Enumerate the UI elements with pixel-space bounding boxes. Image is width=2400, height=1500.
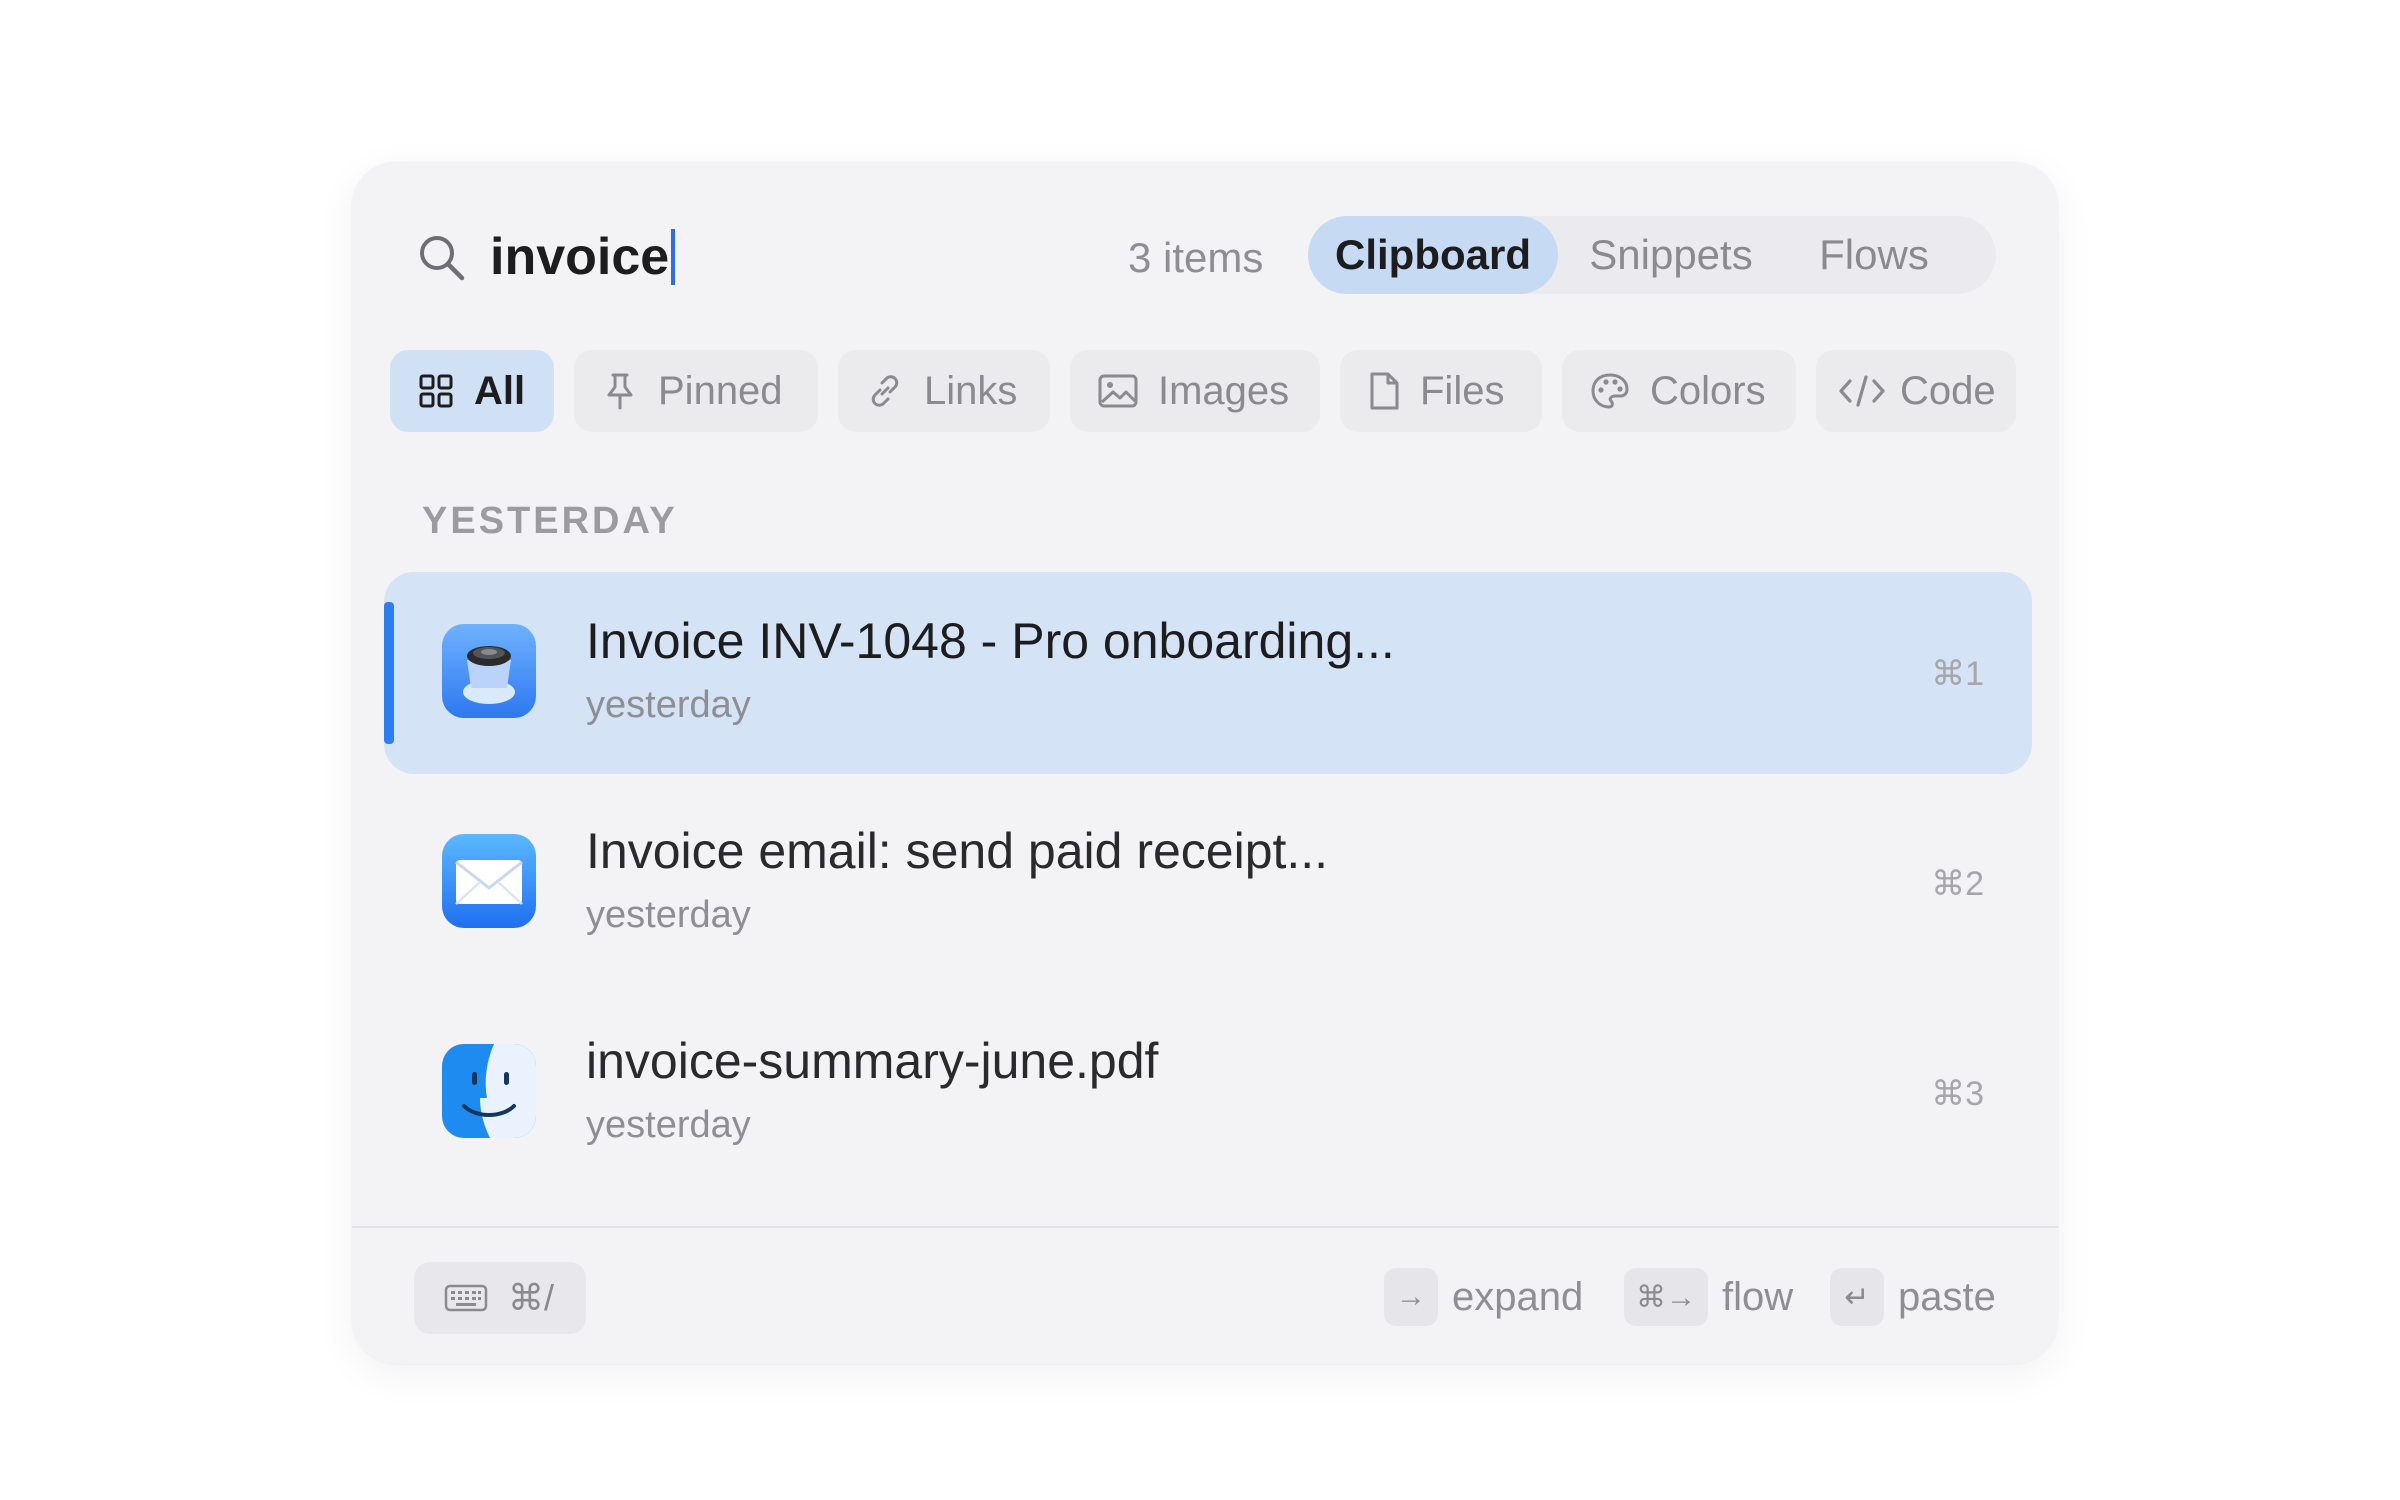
filter-label: Files (1420, 368, 1505, 413)
filter-label: Pinned (658, 368, 783, 413)
search-input[interactable]: invoice (490, 224, 676, 290)
palette-icon (1591, 373, 1629, 409)
tab-snippets[interactable]: Snippets (1558, 216, 1784, 294)
filter-images[interactable]: Images (1070, 350, 1320, 432)
item-shortcut: ⌘2 (1931, 865, 1984, 903)
filter-bar: All Pinned Links Images Files Colors Cod… (390, 350, 2016, 432)
keycap: → (1384, 1268, 1438, 1326)
paste-hint[interactable]: ↵ paste (1830, 1266, 1996, 1328)
item-title: Invoice email: send paid receipt... (586, 823, 1329, 879)
tab-clipboard[interactable]: Clipboard (1308, 216, 1558, 294)
hint-label: expand (1452, 1274, 1584, 1319)
footer-bar: ⌘/ → expand ⌘→ flow ↵ paste (352, 1226, 2058, 1364)
expand-hint[interactable]: → expand (1384, 1266, 1583, 1328)
filter-pinned[interactable]: Pinned (574, 350, 818, 432)
section-header: YESTERDAY (422, 500, 678, 542)
item-title: invoice-summary-june.pdf (586, 1033, 1159, 1089)
filter-code[interactable]: Code (1816, 350, 2016, 432)
filter-label: Links (924, 368, 1018, 413)
link-icon (871, 375, 899, 407)
clipboard-panel: invoice 3 items Clipboard Snippets Flows… (352, 162, 2058, 1364)
shortcut-label: ⌘/ (508, 1277, 555, 1318)
result-count: 3 items (1128, 234, 1264, 281)
grid-icon (419, 374, 453, 408)
list-item[interactable]: Invoice INV-1048 - Pro onboarding... yes… (384, 572, 2032, 774)
item-shortcut: ⌘3 (1931, 1075, 1984, 1113)
mode-tabs: Clipboard Snippets Flows (1308, 216, 1996, 294)
keycap: ↵ (1830, 1268, 1884, 1326)
hint-label: flow (1722, 1274, 1794, 1319)
code-icon (1839, 375, 1885, 407)
image-icon (1098, 374, 1138, 408)
search-query: invoice (490, 228, 670, 286)
preview-app-icon (442, 624, 536, 718)
filter-label: Images (1158, 368, 1290, 413)
item-time: yesterday (586, 894, 751, 936)
filter-links[interactable]: Links (838, 350, 1050, 432)
finder-app-icon (442, 1044, 536, 1138)
filter-label: Colors (1650, 368, 1766, 413)
search-icon (420, 236, 465, 281)
pin-icon (607, 373, 633, 410)
filter-colors[interactable]: Colors (1562, 350, 1796, 432)
tab-flows[interactable]: Flows (1784, 216, 1964, 294)
filter-files[interactable]: Files (1340, 350, 1542, 432)
file-icon (1370, 372, 1399, 410)
filter-label: All (474, 368, 526, 413)
item-time: yesterday (586, 1104, 751, 1146)
keyboard-icon (444, 1284, 488, 1312)
list-item[interactable]: invoice-summary-june.pdf yesterday ⌘3 (384, 992, 2032, 1194)
selection-indicator (384, 602, 394, 744)
list-item[interactable]: Invoice email: send paid receipt... yest… (384, 782, 2032, 984)
item-time: yesterday (586, 684, 751, 726)
filter-label: Code (1900, 368, 1996, 413)
flow-hint[interactable]: ⌘→ flow (1624, 1266, 1793, 1328)
text-caret (671, 229, 676, 285)
filter-all[interactable]: All (390, 350, 554, 432)
hint-label: paste (1898, 1274, 1996, 1319)
keycap: ⌘→ (1624, 1268, 1708, 1326)
keyboard-shortcuts-button[interactable]: ⌘/ (414, 1262, 586, 1334)
item-shortcut: ⌘1 (1931, 655, 1984, 693)
item-title: Invoice INV-1048 - Pro onboarding... (586, 613, 1395, 669)
mail-app-icon (442, 834, 536, 928)
